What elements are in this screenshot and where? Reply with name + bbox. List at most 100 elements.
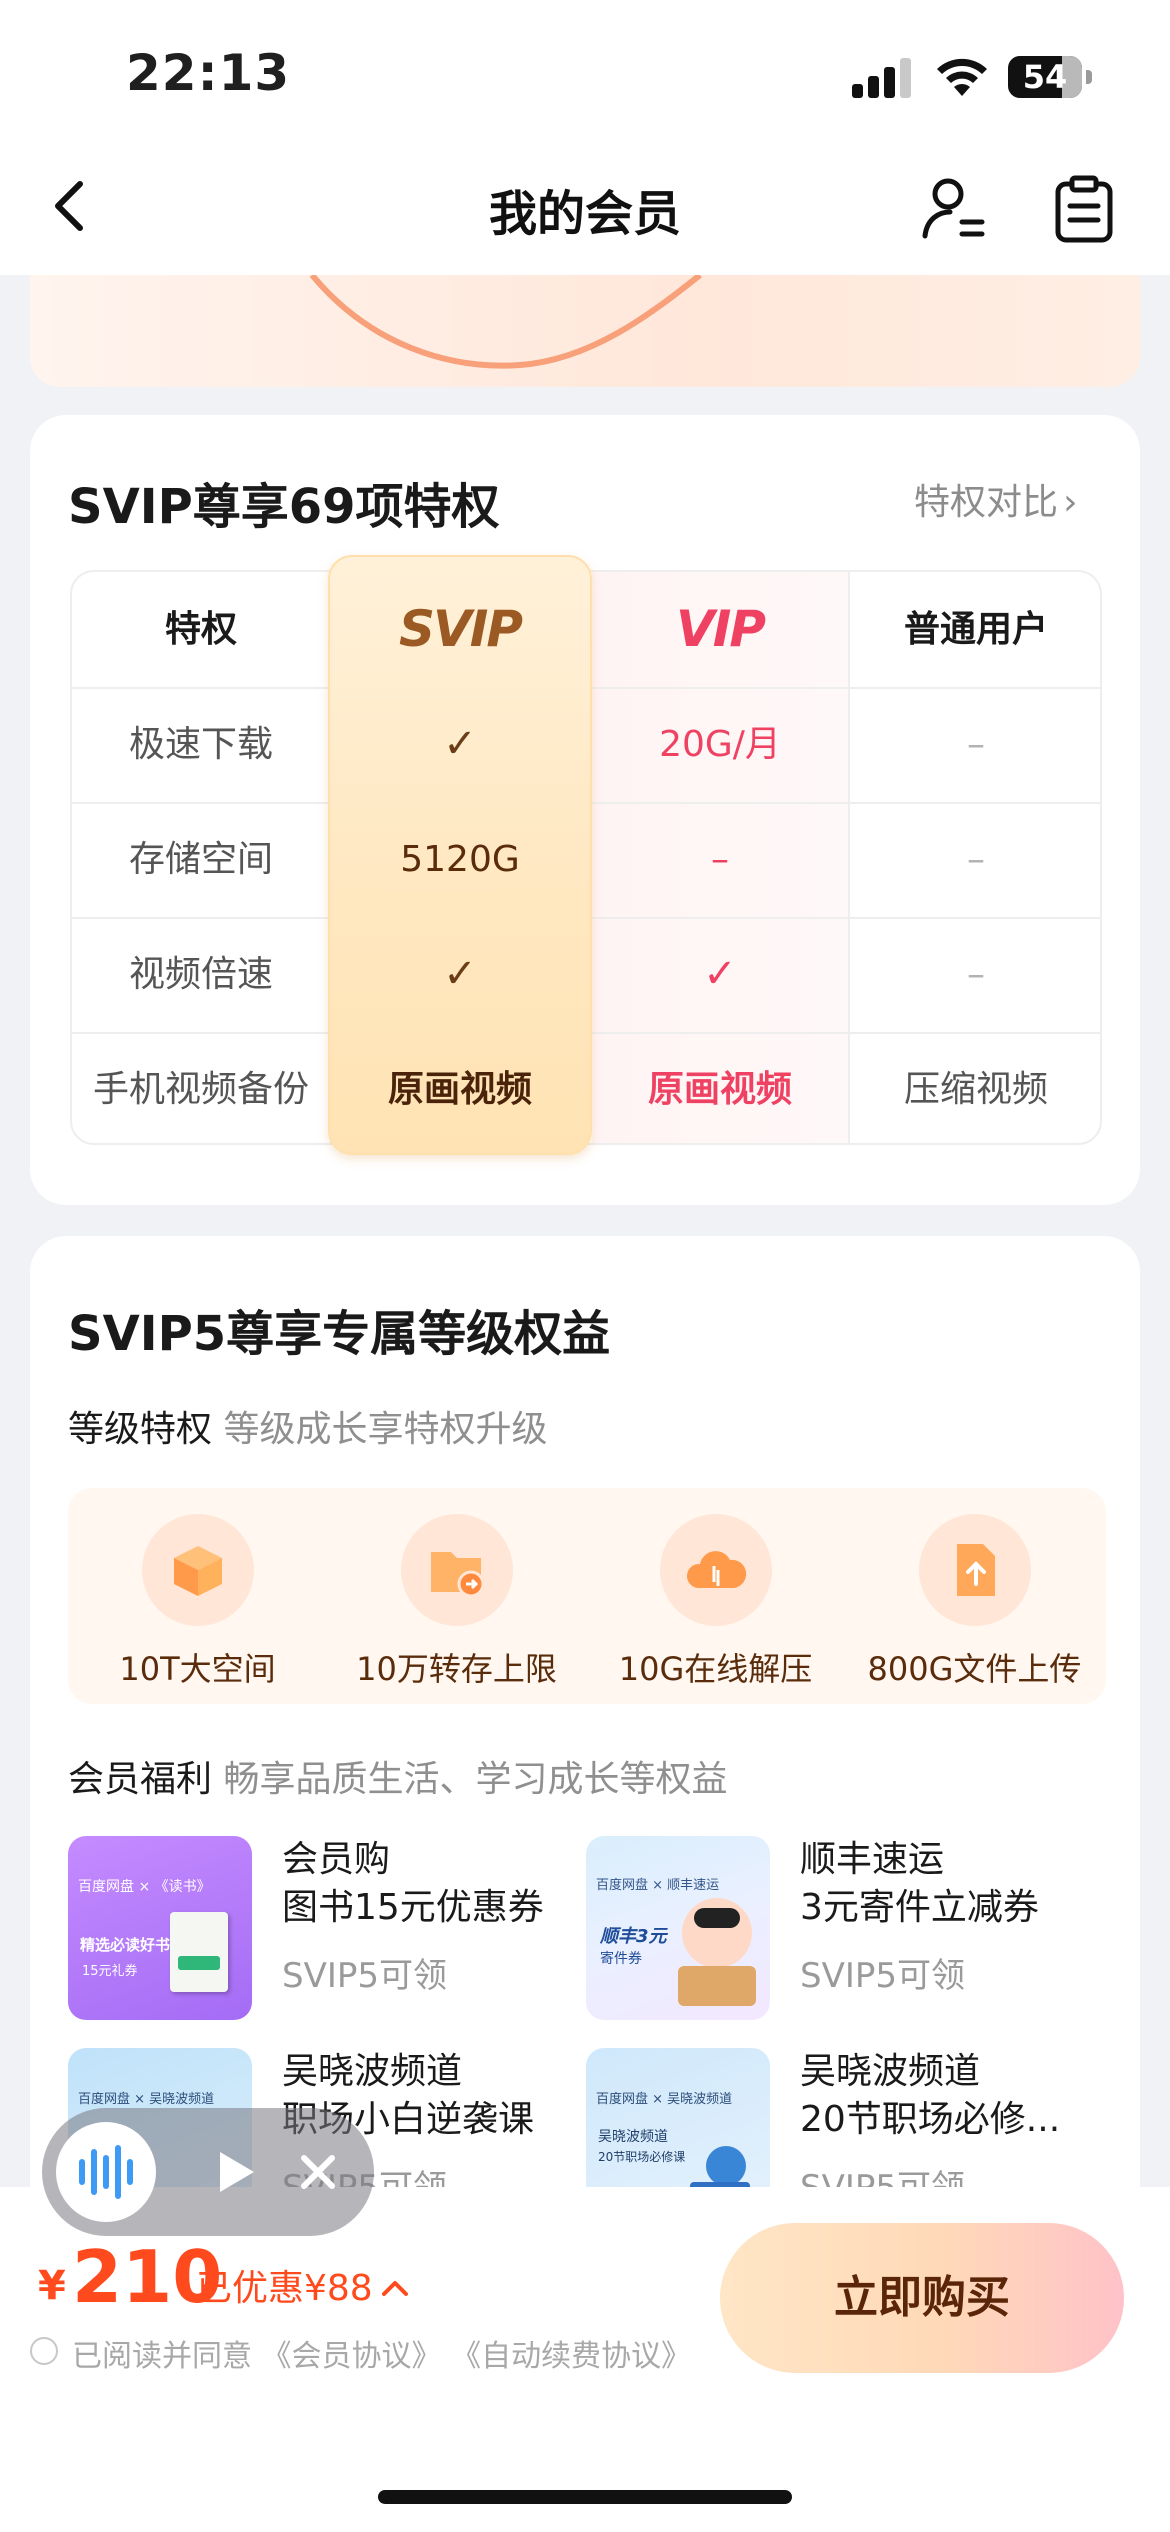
benefit-title: 顺丰速运 [800, 1839, 945, 1880]
user-list-icon[interactable] [920, 174, 990, 244]
benefit-title: 会员购 [282, 1839, 391, 1880]
parcel-icon [678, 1966, 756, 2006]
courier-mascot-icon [682, 1898, 752, 1968]
vip-cell: – [711, 839, 729, 880]
perks-subheading: 等级成长享特权升级 [223, 1409, 548, 1450]
feature-cell: 极速下载 [128, 724, 273, 765]
level-title: SVIP5尊享专属等级权益 [68, 1306, 611, 1362]
auto-renew-agreement-link[interactable]: 《自动续费协议》 [451, 2339, 691, 2374]
benefit-image-text: 吴晓波频道 [598, 2129, 668, 2145]
audio-wave-icon [79, 2145, 133, 2199]
normal-cell: – [967, 724, 985, 765]
benefit-title-2: 20节职场必修... [800, 2099, 1061, 2140]
perk-item[interactable]: 800G文件上传 [845, 1488, 1104, 1704]
buy-now-button[interactable]: 立即购买 [720, 2223, 1124, 2373]
benefit-image-sub: 20节职场必修课 [598, 2150, 686, 2164]
clipboard-icon[interactable] [1052, 174, 1116, 244]
benefit-image-sub: 寄件券 [600, 1951, 642, 1967]
agree-checkbox[interactable] [30, 2337, 58, 2365]
normal-cell: – [967, 954, 985, 995]
member-banner [30, 275, 1140, 387]
audio-player-float[interactable] [42, 2108, 374, 2236]
status-time: 22:13 [126, 44, 291, 102]
battery-icon: 54 [1008, 56, 1092, 98]
benefit-title-2: 3元寄件立减券 [800, 1887, 1039, 1928]
benefit-eligibility: SVIP5可领 [282, 1956, 448, 1996]
feature-cell: 手机视频备份 [92, 1069, 309, 1110]
benefit-image-brand: 百度网盘 × 吴晓波频道 [596, 2092, 733, 2107]
perks-heading-row: 等级特权 等级成长享特权升级 [68, 1400, 547, 1452]
svip-column: SVIP ✓ 5120G ✓ 原画视频 [328, 555, 592, 1155]
benefit-image-brand: 百度网盘 × 吴晓波频道 [78, 2092, 215, 2107]
discount-toggle[interactable]: 已优惠¥88 [196, 2259, 412, 2311]
cloud-unzip-icon [686, 1551, 747, 1588]
perk-strip: 10T大空间 10万转存上限 10G在线解压 800G文件上传 [68, 1488, 1106, 1704]
svip-cell: 原画视频 [387, 1069, 532, 1110]
benefit-title: 吴晓波频道 [282, 2051, 463, 2092]
benefit-item[interactable]: 百度网盘 × 《读书》 精选必读好书 15元礼券 会员购 图书15元优惠券 SV… [68, 1836, 568, 2026]
perk-item[interactable]: 10G在线解压 [586, 1488, 845, 1704]
person-icon [706, 2146, 746, 2186]
benefit-image: 百度网盘 × 顺丰速运 顺丰3元 寄件券 [586, 1836, 770, 2020]
benefit-image-brand: 百度网盘 × 《读书》 [78, 1879, 211, 1895]
play-icon[interactable] [210, 2146, 260, 2198]
benefit-eligibility: SVIP5可领 [800, 1956, 966, 1996]
benefit-image-sub: 15元礼券 [82, 1964, 138, 1979]
battery-percent: 54 [1022, 58, 1068, 96]
perks-heading: 等级特权 [68, 1409, 213, 1450]
benefit-image-text: 精选必读好书 [80, 1936, 171, 1954]
benefit-image-brand: 百度网盘 × 顺丰速运 [596, 1878, 720, 1893]
nav-bar: 我的会员 [0, 150, 1170, 275]
benefit-title: 吴晓波频道 [800, 2051, 981, 2092]
compare-link[interactable]: 特权对比 › [914, 473, 1078, 525]
folder-transfer-icon [431, 1552, 485, 1598]
member-agreement-link[interactable]: 《会员协议》 [262, 2339, 442, 2374]
benefits-heading-row: 会员福利 畅享品质生活、学习成长等权益 [68, 1750, 727, 1802]
compare-link-label: 特权对比 [914, 482, 1059, 523]
box-icon [174, 1546, 222, 1596]
benefits-subheading: 畅享品质生活、学习成长等权益 [223, 1759, 728, 1800]
check-icon: ✓ [443, 951, 477, 997]
perk-label: 800G文件上传 [867, 1650, 1082, 1688]
perk-item[interactable]: 10T大空间 [68, 1488, 327, 1704]
perk-item[interactable]: 10万转存上限 [327, 1488, 586, 1704]
privilege-card: SVIP尊享69项特权 特权对比 › 特权 极速下载 存储空间 视频倍速 手机视… [30, 415, 1140, 1205]
normal-cell: – [967, 839, 985, 880]
feature-cell: 存储空间 [128, 839, 273, 880]
check-icon: ✓ [703, 951, 737, 997]
file-upload-icon [957, 1544, 995, 1596]
purchase-bar: ¥ 210 已优惠¥88 已阅读并同意 《会员协议》 《自动续费协议》 立即购买 [0, 2187, 1170, 2532]
benefit-image-text: 顺丰3元 [600, 1926, 667, 1947]
benefit-image: 百度网盘 × 《读书》 精选必读好书 15元礼券 [68, 1836, 252, 2020]
home-indicator [378, 2490, 792, 2504]
svip-logo: SVIP [399, 600, 523, 658]
back-chevron-icon[interactable] [44, 176, 104, 236]
benefit-title-2: 图书15元优惠券 [282, 1887, 544, 1928]
currency-symbol: ¥ [38, 2263, 66, 2309]
svip-cell: 5120G [400, 839, 520, 880]
benefits-heading: 会员福利 [68, 1759, 213, 1800]
status-bar: 22:13 54 [0, 0, 1170, 150]
perk-label: 10G在线解压 [618, 1650, 813, 1688]
cellular-signal-icon [852, 58, 914, 98]
privilege-title: SVIP尊享69项特权 [68, 479, 500, 535]
chevron-up-icon [381, 2281, 408, 2296]
agree-prefix: 已阅读并同意 [72, 2339, 252, 2374]
perk-label: 10T大空间 [119, 1650, 276, 1688]
banner-arc [309, 275, 702, 369]
feature-cell: 视频倍速 [128, 954, 273, 995]
page-title: 我的会员 [488, 186, 681, 242]
audio-wave-button[interactable] [56, 2122, 156, 2222]
header-feature: 特权 [164, 609, 237, 650]
benefit-item[interactable]: 百度网盘 × 顺丰速运 顺丰3元 寄件券 顺丰速运 3元寄件立减券 SVIP5可… [586, 1836, 1106, 2026]
check-icon: ✓ [443, 721, 477, 767]
header-normal: 普通用户 [903, 609, 1048, 650]
chevron-right-icon: › [1063, 482, 1078, 523]
agreement-row: 已阅读并同意 《会员协议》 《自动续费协议》 [30, 2331, 691, 2375]
book-icon [170, 1912, 228, 1992]
discount-label: 已优惠¥88 [196, 2268, 373, 2309]
close-icon[interactable] [296, 2150, 340, 2194]
perk-label: 10万转存上限 [356, 1650, 557, 1688]
wifi-icon [937, 58, 987, 96]
normal-cell: 压缩视频 [903, 1069, 1048, 1110]
